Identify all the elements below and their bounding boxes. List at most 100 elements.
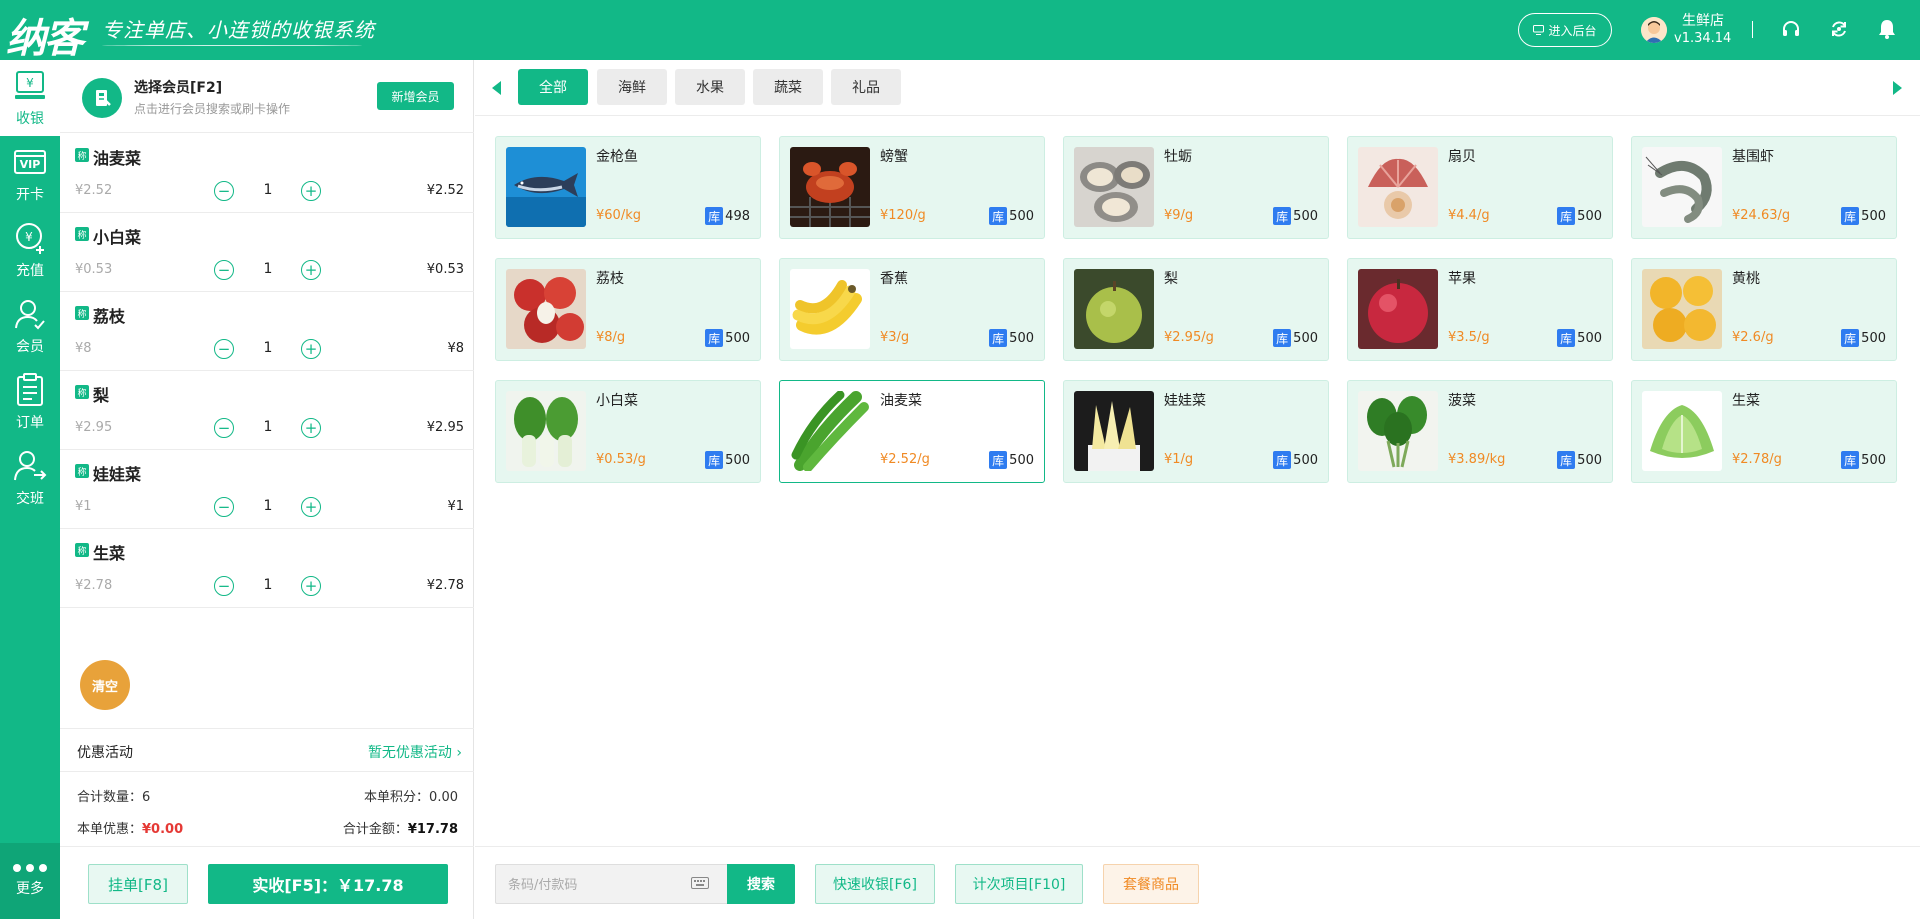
product-card[interactable]: 油麦菜 ¥2.52/g 库 500 — [779, 380, 1045, 483]
product-name: 生菜 — [1732, 393, 1760, 409]
product-card[interactable]: 香蕉 ¥3/g 库 500 — [779, 258, 1045, 361]
quick-pay-button[interactable]: 快速收银[F6] — [815, 864, 935, 904]
nav-label: 充值 — [16, 263, 44, 279]
member-select-bar[interactable]: 选择会员[F2] 点击进行会员搜索或刷卡操作 新增会员 — [60, 60, 474, 133]
promotion-label: 优惠活动 — [77, 745, 133, 761]
cart-item[interactable]: 称娃娃菜 ¥1−1 + ¥1 — [60, 450, 474, 529]
category-tab-vegetable[interactable]: 蔬菜 — [753, 69, 823, 105]
clear-cart-button[interactable]: 清空 — [80, 660, 130, 710]
increase-qty-icon[interactable]: + — [301, 418, 321, 438]
nav-label: 开卡 — [16, 187, 44, 203]
nav-item-recharge[interactable]: ¥ 充值 — [0, 212, 60, 288]
product-name: 基围虾 — [1732, 149, 1774, 165]
product-stock: 库 500 — [1841, 451, 1886, 469]
increase-qty-icon[interactable]: + — [301, 339, 321, 359]
product-card[interactable]: 牡蛎 ¥9/g 库 500 — [1063, 136, 1329, 239]
stock-tag: 库 — [1841, 207, 1860, 225]
category-tab-seafood[interactable]: 海鲜 — [597, 69, 667, 105]
count-items-button[interactable]: 计次项目[F10] — [955, 864, 1083, 904]
category-tab-all[interactable]: 全部 — [518, 69, 588, 105]
hold-order-button[interactable]: 挂单[F8] — [88, 864, 188, 904]
increase-qty-icon[interactable]: + — [301, 260, 321, 280]
member-select-hint: 点击进行会员搜索或刷卡操作 — [134, 102, 291, 116]
increase-qty-icon[interactable]: + — [301, 576, 321, 596]
cart-item[interactable]: 称生菜 ¥2.78 − 1 + ¥2.78 — [60, 529, 474, 608]
summary-row-1: 合计数量：6 本单积分：0.00 — [60, 786, 474, 806]
product-price: ¥3/g — [880, 330, 910, 345]
cart-item[interactable]: 称梨 ¥2.95 − 1 + ¥2.95 — [60, 371, 474, 450]
product-card[interactable]: 小白菜 ¥0.53/g 库 500 — [495, 380, 761, 483]
decrease-qty-icon[interactable]: − — [214, 418, 234, 438]
product-stock: 库 500 — [1273, 207, 1318, 225]
product-card[interactable]: 黄桃 ¥2.6/g 库 500 — [1631, 258, 1897, 361]
increase-qty-icon[interactable]: + — [301, 181, 321, 201]
category-next-icon[interactable] — [1893, 81, 1902, 95]
decrease-qty-icon[interactable]: − — [214, 576, 234, 596]
decrease-qty-icon[interactable]: − — [214, 181, 234, 201]
promotion-row[interactable]: 优惠活动 暂无优惠活动 › — [60, 728, 474, 772]
order-amount: 合计金额：¥17.78 — [342, 822, 458, 837]
product-card[interactable]: 基围虾 ¥24.63/g 库 500 — [1631, 136, 1897, 239]
barcode-input[interactable] — [508, 875, 678, 895]
product-card[interactable]: 扇贝 ¥4.4/g 库 500 — [1347, 136, 1613, 239]
product-card[interactable]: 苹果 ¥3.5/g 库 500 — [1347, 258, 1613, 361]
decrease-qty-icon[interactable]: − — [214, 260, 234, 280]
pay-button[interactable]: 实收[F5]：￥17.78 — [208, 864, 448, 904]
cart-item-unit-price: ¥8 — [75, 341, 92, 356]
stock-tag: 库 — [1557, 451, 1576, 469]
new-member-button[interactable]: 新增会员 — [377, 82, 454, 110]
cart-item-name: 小白菜 — [93, 228, 142, 247]
sync-icon[interactable] — [1828, 18, 1850, 40]
product-price: ¥2.95/g — [1164, 330, 1214, 345]
product-card[interactable]: 娃娃菜 ¥1/g 库 500 — [1063, 380, 1329, 483]
cart-item[interactable]: 称油麦菜 ¥2.52 − 1 + ¥2.52 — [60, 134, 474, 213]
cart-item[interactable]: 称小白菜 ¥0.53 − 1 + ¥0.53 — [60, 213, 474, 292]
nav-item-register[interactable]: ¥ 收银 — [0, 60, 60, 136]
bell-icon[interactable] — [1876, 18, 1898, 40]
category-tab-fruit[interactable]: 水果 — [675, 69, 745, 105]
enter-backend-label: 进入后台 — [1548, 23, 1597, 38]
enter-backend-button[interactable]: 进入后台 — [1518, 13, 1612, 47]
product-card[interactable]: 金枪鱼 ¥60/kg 库 498 — [495, 136, 761, 239]
combo-products-button[interactable]: 套餐商品 — [1103, 864, 1199, 904]
product-stock: 库 500 — [1273, 329, 1318, 347]
cart-item-total: ¥2.52 — [426, 183, 464, 198]
avatar[interactable] — [1641, 17, 1667, 43]
product-price: ¥9/g — [1164, 208, 1194, 223]
promotion-value[interactable]: 暂无优惠活动 › — [368, 742, 462, 762]
headset-icon[interactable] — [1780, 18, 1802, 40]
product-stock: 库 500 — [1273, 451, 1318, 469]
product-card[interactable]: 荔枝 ¥8/g 库 500 — [495, 258, 761, 361]
member-icon — [15, 300, 45, 330]
order-discount: 本单优惠：¥0.00 — [77, 822, 184, 837]
increase-qty-icon[interactable]: + — [301, 497, 321, 517]
weighed-tag: 称 — [75, 464, 89, 478]
nav-item-more[interactable]: 更多 — [0, 843, 60, 919]
cart-item-total: ¥1 — [447, 499, 464, 514]
product-card[interactable]: 菠菜 ¥3.89/kg 库 500 — [1347, 380, 1613, 483]
stock-count: 500 — [725, 330, 750, 346]
nav-item-member[interactable]: 会员 — [0, 288, 60, 364]
nav-item-vip-card[interactable]: VIP 开卡 — [0, 136, 60, 212]
nav-item-handover[interactable]: 交班 — [0, 440, 60, 516]
tuna-image — [506, 147, 586, 227]
scallop-image — [1358, 147, 1438, 227]
category-tab-gift[interactable]: 礼品 — [831, 69, 901, 105]
order-points: 本单积分：0.00 — [364, 790, 458, 805]
product-card[interactable]: 梨 ¥2.95/g 库 500 — [1063, 258, 1329, 361]
decrease-qty-icon[interactable]: − — [214, 497, 234, 517]
cart-item[interactable]: 称荔枝 ¥8−1 + ¥8 — [60, 292, 474, 371]
product-stock: 库 500 — [1841, 329, 1886, 347]
product-stock: 库 498 — [705, 207, 750, 225]
search-button[interactable]: 搜索 — [727, 864, 795, 904]
decrease-qty-icon[interactable]: − — [214, 339, 234, 359]
cart-item-qty: 1 — [263, 261, 273, 277]
product-card[interactable]: 生菜 ¥2.78/g 库 500 — [1631, 380, 1897, 483]
product-card[interactable]: 螃蟹 ¥120/g 库 500 — [779, 136, 1045, 239]
stock-tag: 库 — [1273, 207, 1292, 225]
category-prev-icon[interactable] — [492, 81, 501, 95]
nav-item-order[interactable]: 订单 — [0, 364, 60, 440]
cart-item-unit-price: ¥2.95 — [75, 420, 113, 435]
keyboard-icon[interactable] — [691, 877, 709, 889]
product-name: 油麦菜 — [880, 393, 922, 409]
